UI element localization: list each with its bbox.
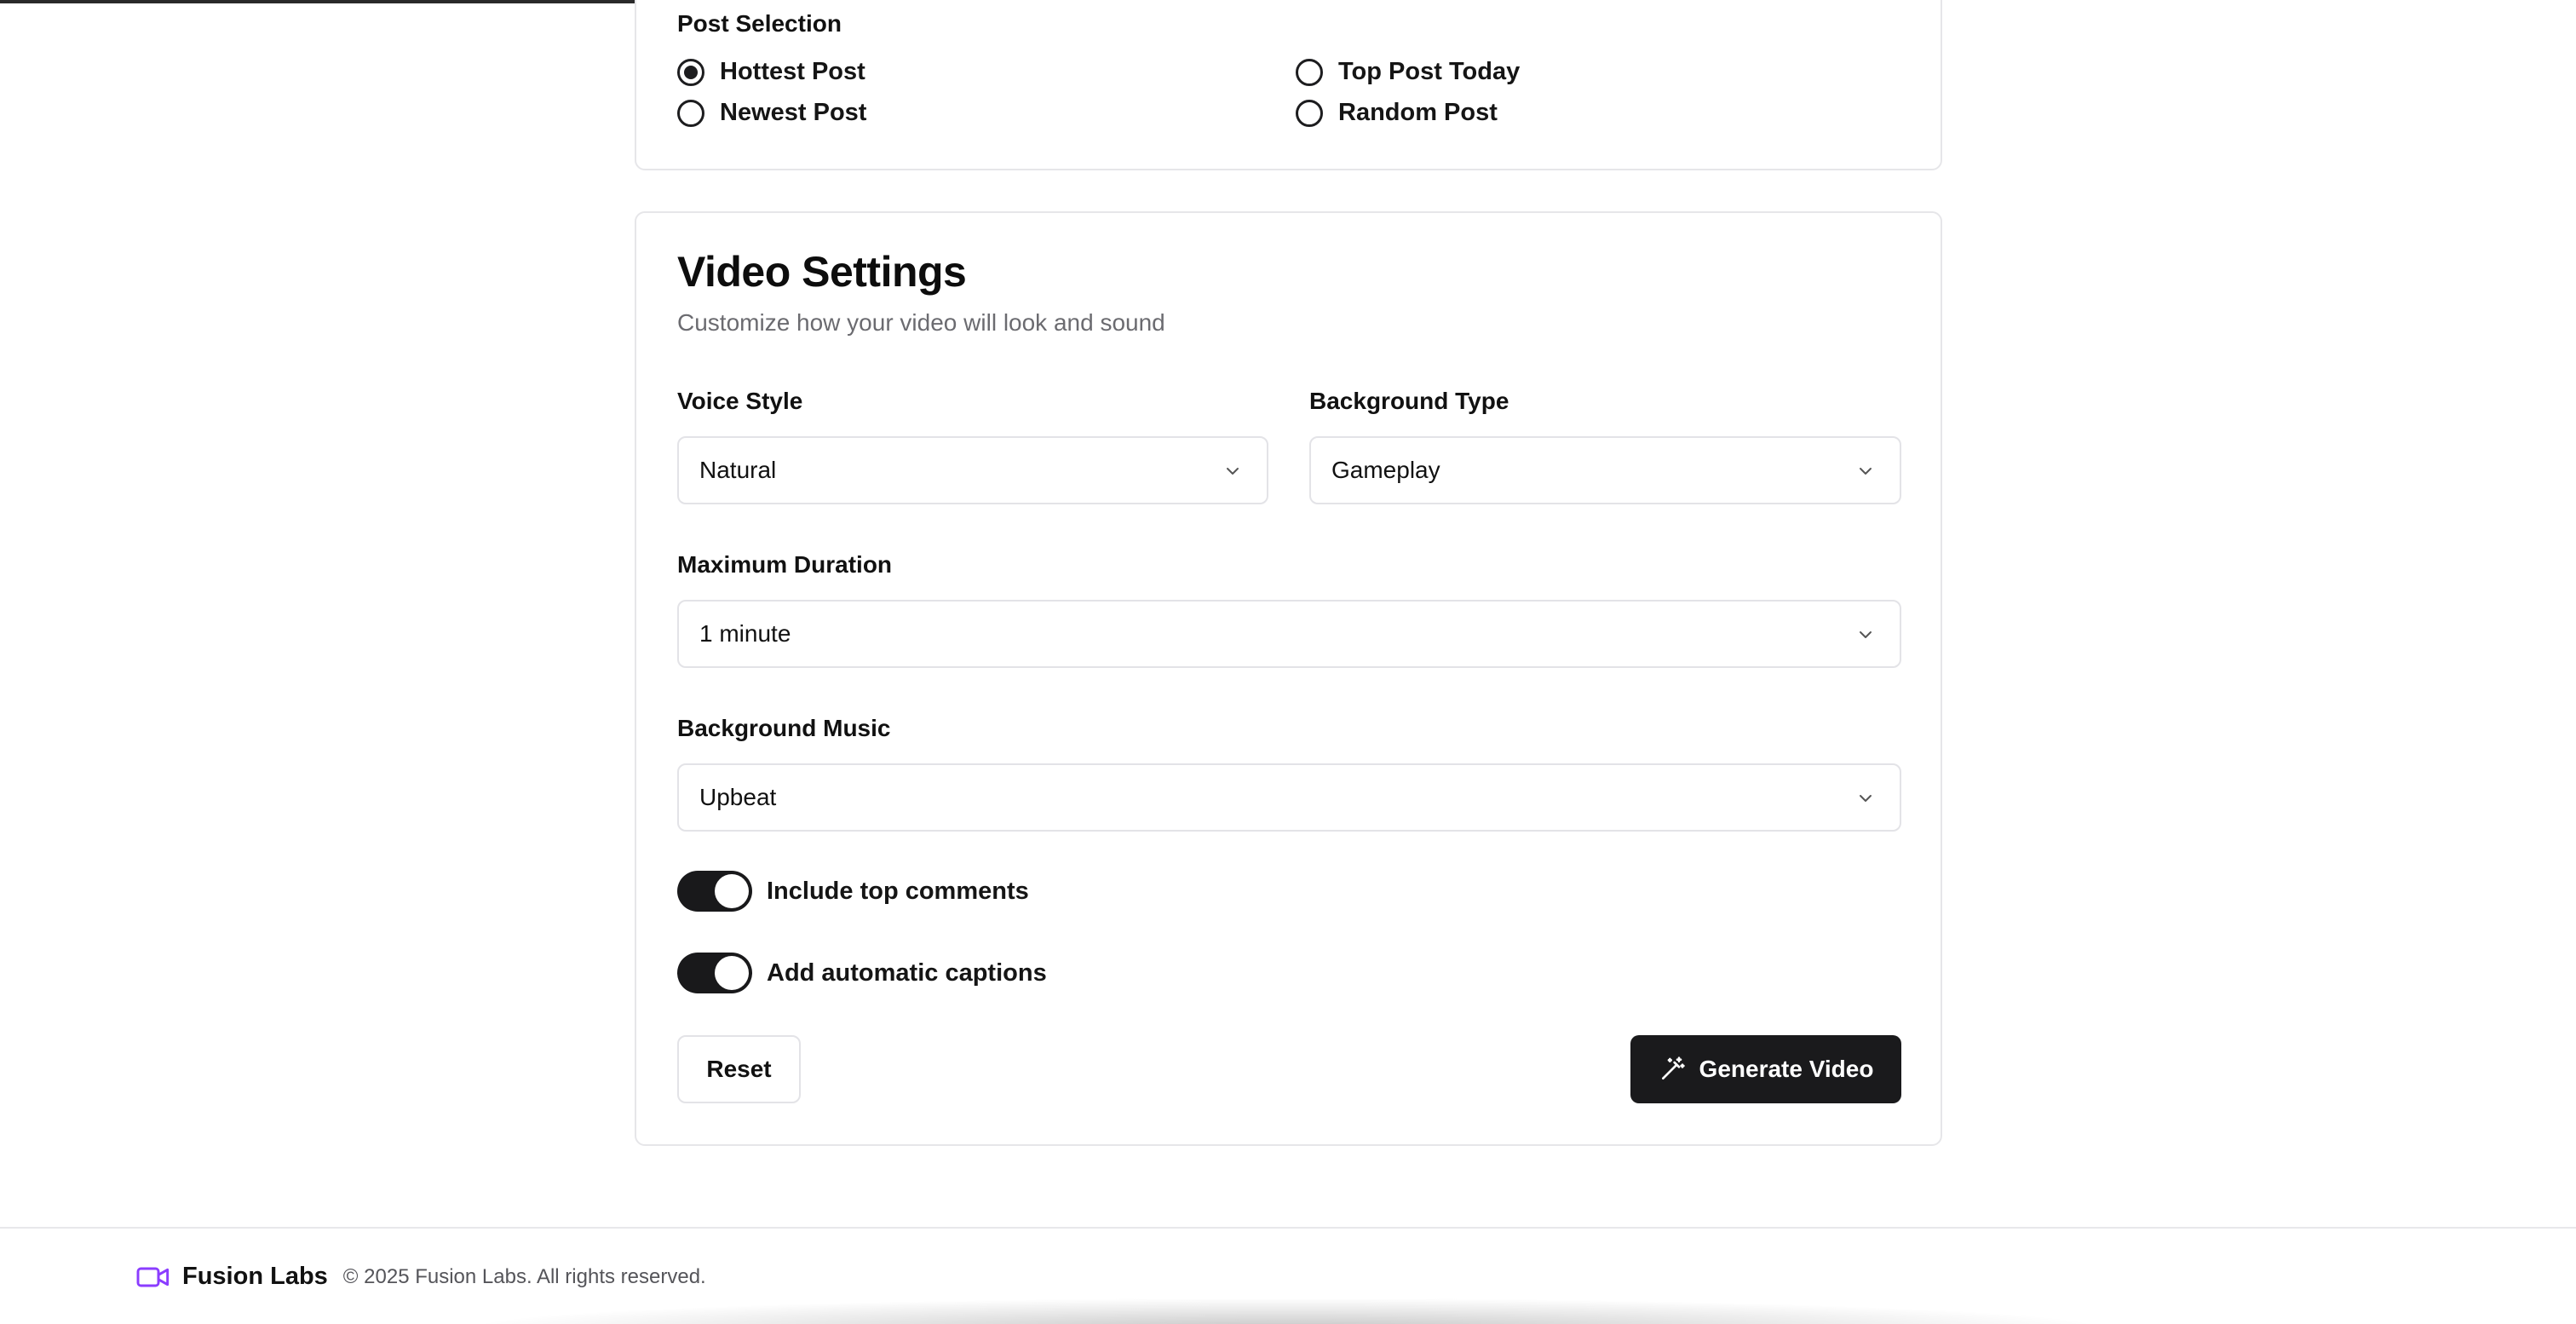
generate-video-label: Generate Video (1699, 1056, 1874, 1082)
toggle-add-automatic-captions[interactable]: Add automatic captions (677, 953, 1047, 993)
post-selection-card: Post Selection Hottest Post Top Post Tod… (635, 0, 1942, 170)
background-type-select[interactable]: Gameplay (1309, 436, 1901, 504)
toggle-knob (715, 956, 749, 990)
radio-button[interactable] (1296, 58, 1323, 86)
background-type-label: Background Type (1309, 388, 1509, 414)
max-duration-label: Maximum Duration (677, 551, 893, 578)
video-settings-title: Video Settings (677, 248, 967, 296)
radio-button[interactable] (677, 58, 704, 86)
video-camera-icon (136, 1267, 170, 1287)
magic-wand-icon (1661, 1056, 1685, 1079)
toggle-switch[interactable] (677, 953, 752, 993)
toggle-include-top-comments[interactable]: Include top comments (677, 871, 1029, 912)
footer-shadow (477, 1298, 2096, 1324)
radio-label: Newest Post (720, 99, 867, 126)
reset-button[interactable]: Reset (677, 1035, 801, 1103)
radio-hottest-post[interactable]: Hottest Post (677, 58, 865, 86)
background-music-select[interactable]: Upbeat (677, 763, 1901, 832)
radio-button[interactable] (677, 99, 704, 127)
background-music-label: Background Music (677, 715, 891, 741)
post-selection-label: Post Selection (677, 10, 842, 37)
radio-button[interactable] (1296, 99, 1323, 127)
video-settings-subtitle: Customize how your video will look and s… (677, 309, 1165, 336)
background-type-value: Gameplay (1331, 457, 1440, 483)
radio-newest-post[interactable]: Newest Post (677, 99, 866, 127)
voice-style-select[interactable]: Natural (677, 436, 1268, 504)
radio-label: Top Post Today (1338, 58, 1521, 85)
toggle-label: Include top comments (767, 877, 1029, 905)
copyright-text: © 2025 Fusion Labs. All rights reserved. (342, 1264, 706, 1288)
chevron-down-icon (1860, 631, 1872, 638)
chevron-down-icon (1860, 468, 1872, 475)
toggle-knob (715, 874, 749, 908)
voice-style-value: Natural (699, 457, 777, 483)
toggle-label: Add automatic captions (767, 958, 1047, 987)
background-music-value: Upbeat (699, 784, 777, 810)
generate-video-button[interactable]: Generate Video (1630, 1035, 1901, 1103)
radio-label: Random Post (1338, 99, 1498, 126)
toggle-switch[interactable] (677, 871, 752, 912)
radio-top-post-today[interactable]: Top Post Today (1296, 58, 1520, 86)
chevron-down-icon (1227, 468, 1239, 475)
voice-style-label: Voice Style (677, 388, 803, 414)
footer: Fusion Labs © 2025 Fusion Labs. All righ… (0, 1227, 2576, 1324)
chevron-down-icon (1860, 795, 1872, 802)
radio-random-post[interactable]: Random Post (1296, 99, 1498, 127)
max-duration-value: 1 minute (699, 620, 791, 647)
radio-label: Hottest Post (720, 58, 865, 85)
footer-brand: Fusion Labs © 2025 Fusion Labs. All righ… (136, 1263, 706, 1291)
video-settings-card: Video Settings Customize how your video … (635, 211, 1942, 1146)
max-duration-select[interactable]: 1 minute (677, 600, 1901, 668)
brand-name: Fusion Labs (182, 1263, 328, 1290)
